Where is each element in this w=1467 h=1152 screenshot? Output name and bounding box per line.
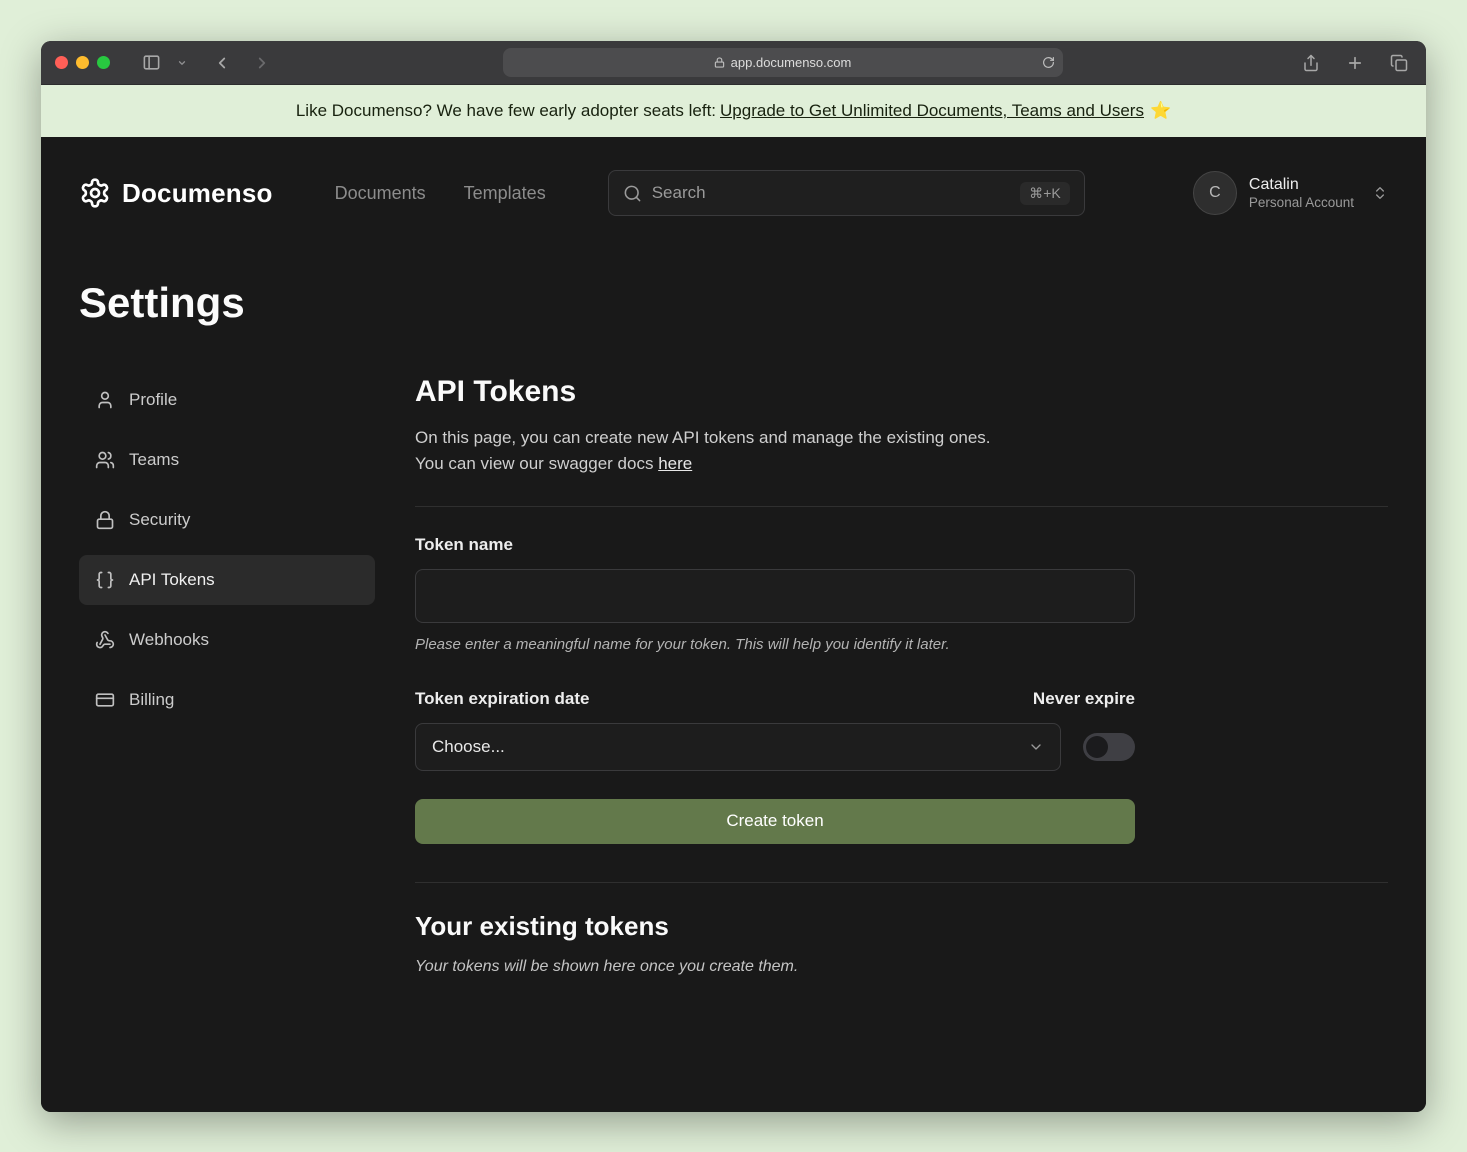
browser-actions: [1298, 50, 1412, 76]
sidebar-item-profile[interactable]: Profile: [79, 375, 375, 425]
sidebar-item-teams[interactable]: Teams: [79, 435, 375, 485]
banner-text: Like Documenso? We have few early adopte…: [296, 101, 716, 121]
token-name-label: Token name: [415, 535, 1388, 555]
upgrade-link[interactable]: Upgrade to Get Unlimited Documents, Team…: [720, 101, 1144, 121]
tab-overview-icon[interactable]: [1386, 50, 1412, 76]
close-window-button[interactable]: [55, 56, 68, 69]
search-placeholder: Search: [652, 183, 1010, 203]
sidebar-item-label: API Tokens: [129, 570, 215, 590]
sidebar-item-security[interactable]: Security: [79, 495, 375, 545]
create-token-button[interactable]: Create token: [415, 799, 1135, 844]
address-bar[interactable]: app.documenso.com: [503, 48, 1063, 77]
address-bar-area: app.documenso.com: [285, 48, 1280, 77]
browser-toolbar: app.documenso.com: [41, 41, 1426, 85]
browser-window: app.documenso.com Like Documenso? We hav…: [41, 41, 1426, 1112]
sidebar-toggle-icon[interactable]: [138, 49, 165, 76]
page-title: Settings: [79, 279, 1388, 327]
sidebar-item-billing[interactable]: Billing: [79, 675, 375, 725]
existing-tokens-hint: Your tokens will be shown here once you …: [415, 958, 1388, 976]
user-icon: [95, 390, 115, 410]
minimize-window-button[interactable]: [76, 56, 89, 69]
expiration-labels-row: Token expiration date Never expire: [415, 689, 1135, 709]
zoom-window-button[interactable]: [97, 56, 110, 69]
back-button[interactable]: [209, 50, 235, 76]
brand-name: Documenso: [122, 178, 273, 209]
sidebar-item-webhooks[interactable]: Webhooks: [79, 615, 375, 665]
window-controls: [55, 56, 110, 69]
app-page: Documenso Documents Templates Search ⌘+K…: [41, 137, 1426, 1112]
sidebar-item-label: Profile: [129, 390, 177, 410]
divider: [415, 506, 1388, 507]
toggle-knob: [1086, 736, 1108, 758]
user-menu[interactable]: C Catalin Personal Account: [1193, 171, 1388, 215]
sidebar-item-label: Teams: [129, 450, 179, 470]
token-name-hint: Please enter a meaningful name for your …: [415, 636, 1388, 653]
lock-icon: [714, 57, 725, 68]
star-icon: ⭐: [1150, 101, 1171, 121]
browser-nav-buttons: [209, 50, 275, 76]
description-line1: On this page, you can create new API tok…: [415, 428, 991, 447]
expiration-select-value: Choose...: [432, 737, 505, 757]
chevrons-up-down-icon: [1372, 185, 1388, 201]
swagger-docs-link[interactable]: here: [658, 454, 692, 473]
token-name-input[interactable]: [415, 569, 1135, 623]
api-tokens-panel: API Tokens On this page, you can create …: [415, 375, 1388, 976]
braces-icon: [95, 570, 115, 590]
new-tab-icon[interactable]: [1342, 50, 1368, 76]
chevron-down-icon: [1028, 739, 1044, 755]
app-header: Documenso Documents Templates Search ⌘+K…: [79, 137, 1388, 223]
expiration-label: Token expiration date: [415, 689, 589, 709]
url-text: app.documenso.com: [731, 55, 852, 70]
top-nav: Documents Templates: [335, 183, 546, 204]
user-account-type: Personal Account: [1249, 195, 1354, 212]
users-icon: [95, 450, 115, 470]
section-description: On this page, you can create new API tok…: [415, 425, 1388, 478]
settings-content: Profile Teams Security: [79, 375, 1388, 976]
documenso-logo-icon: [79, 177, 111, 209]
sidebar-item-api-tokens[interactable]: API Tokens: [79, 555, 375, 605]
never-expire-label: Never expire: [1033, 689, 1135, 709]
section-heading: API Tokens: [415, 375, 1388, 409]
forward-button[interactable]: [249, 50, 275, 76]
existing-tokens-heading: Your existing tokens: [415, 911, 1388, 942]
chevron-down-icon[interactable]: [175, 56, 189, 70]
brand-logo[interactable]: Documenso: [79, 177, 273, 209]
sidebar-item-label: Security: [129, 510, 190, 530]
nav-documents[interactable]: Documents: [335, 183, 426, 204]
webhook-icon: [95, 630, 115, 650]
expiration-select[interactable]: Choose...: [415, 723, 1061, 771]
sidebar-item-label: Billing: [129, 690, 174, 710]
sidebar-item-label: Webhooks: [129, 630, 209, 650]
search-icon: [623, 184, 642, 203]
credit-card-icon: [95, 690, 115, 710]
never-expire-toggle[interactable]: [1083, 733, 1135, 761]
expiration-controls-row: Choose...: [415, 723, 1135, 771]
nav-templates[interactable]: Templates: [464, 183, 546, 204]
user-name: Catalin: [1249, 175, 1354, 195]
upgrade-banner: Like Documenso? We have few early adopte…: [41, 85, 1426, 137]
avatar: C: [1193, 171, 1237, 215]
lock-icon: [95, 510, 115, 530]
search-shortcut-badge: ⌘+K: [1020, 182, 1070, 205]
refresh-icon[interactable]: [1042, 56, 1055, 69]
description-line2: You can view our swagger docs: [415, 454, 658, 473]
share-icon[interactable]: [1298, 50, 1324, 76]
settings-sidebar: Profile Teams Security: [79, 375, 375, 976]
divider: [415, 882, 1388, 883]
search-input[interactable]: Search ⌘+K: [608, 170, 1085, 216]
